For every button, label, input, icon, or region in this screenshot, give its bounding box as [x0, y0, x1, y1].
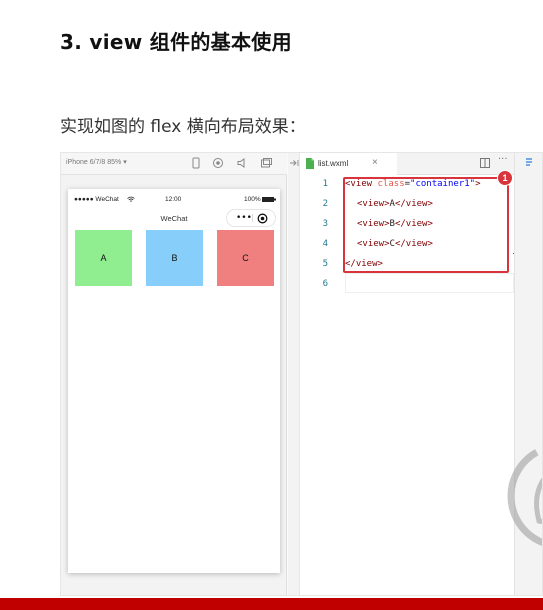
view-box-c: C [217, 230, 274, 286]
editor-tabbar: list.wxml × ··· [300, 153, 514, 175]
explorer-strip[interactable] [288, 153, 300, 595]
phone-icon[interactable] [189, 156, 203, 170]
wxml-file-icon [306, 158, 314, 169]
current-line-highlight [345, 273, 514, 293]
code-editor[interactable]: list.wxml × ··· 1 <view class="container… [300, 153, 521, 595]
split-editor-icon[interactable] [480, 158, 490, 168]
window-icon[interactable] [259, 156, 273, 170]
status-battery: 100% [244, 196, 261, 203]
line-number: 2 [322, 199, 328, 209]
battery-icon [262, 197, 276, 202]
more-actions-icon[interactable]: ··· [498, 154, 508, 165]
volume-icon[interactable] [235, 156, 249, 170]
device-selector[interactable]: iPhone 6/7/8 85% ▾ [66, 158, 127, 166]
wifi-icon [127, 196, 135, 202]
more-dots-icon[interactable]: ••• [236, 211, 252, 225]
capsule-divider [252, 214, 253, 222]
simulator-toolbar: iPhone 6/7/8 85% ▾ [61, 153, 287, 175]
phone-screen: ●●●●● WeChat 12:00 100% WeChat ••• A B C [68, 189, 280, 573]
line-number: 3 [322, 219, 328, 229]
section-heading: 3. view 组件的基本使用 [60, 30, 292, 54]
close-tab-icon[interactable]: × [372, 157, 378, 169]
description-text: 实现如图的 flex 横向布局效果： [60, 117, 306, 137]
style-file-icon[interactable] [524, 156, 534, 170]
line-number: 5 [322, 259, 328, 269]
devtools-screenshot: iPhone 6/7/8 85% ▾ ●●●●● WeChat 12:00 10… [60, 152, 543, 596]
line-number: 4 [322, 239, 328, 249]
step-badge: 1 [497, 170, 513, 186]
view-box-b: B [146, 230, 203, 286]
view-box-a: A [75, 230, 132, 286]
bottom-accent-bar [0, 598, 543, 610]
highlight-box [343, 177, 509, 273]
capsule-menu[interactable]: ••• [226, 209, 276, 227]
tab-list-wxml[interactable]: list.wxml × [300, 153, 397, 175]
watermark-logo [507, 445, 542, 547]
line-number: 1 [322, 179, 328, 189]
simulator-panel: iPhone 6/7/8 85% ▾ ●●●●● WeChat 12:00 10… [61, 153, 287, 595]
collapse-sidebar-icon[interactable] [289, 159, 299, 167]
status-time: 12:00 [165, 196, 182, 203]
status-signal: ●●●●● WeChat [74, 196, 119, 203]
tab-label: list.wxml [318, 159, 349, 168]
close-target-icon[interactable] [257, 213, 268, 224]
record-icon[interactable] [211, 156, 225, 170]
line-number: 6 [322, 279, 328, 289]
